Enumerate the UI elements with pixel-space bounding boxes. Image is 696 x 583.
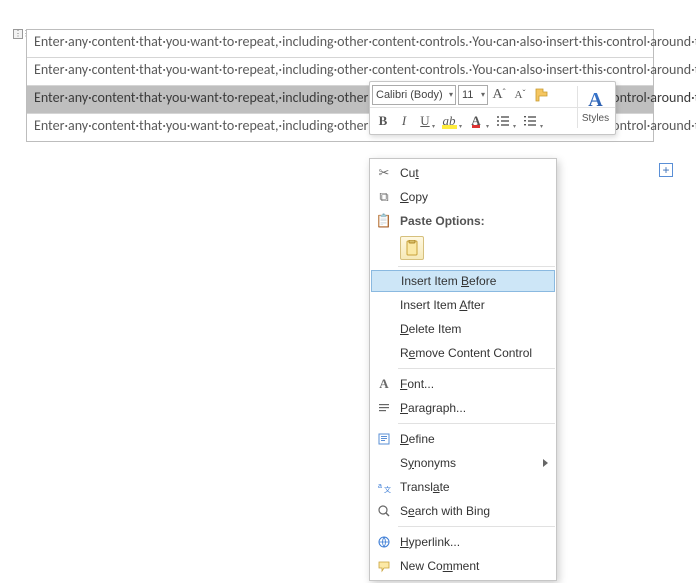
search-icon xyxy=(375,502,393,520)
font-size-select[interactable]: 11 ▾ xyxy=(458,85,488,105)
chevron-down-icon: ▾ xyxy=(449,90,453,99)
italic-button[interactable]: I xyxy=(394,111,414,131)
underline-button[interactable]: U xyxy=(415,111,435,131)
table-row[interactable]: Enter·any·content·that·you·want·to·repea… xyxy=(27,30,653,58)
separator xyxy=(398,526,555,527)
add-item-button[interactable]: + xyxy=(659,163,673,177)
define-icon xyxy=(375,430,393,448)
menu-search-bing[interactable]: Search with Bing xyxy=(370,499,556,523)
menu-cut[interactable]: ✂ Cut xyxy=(370,161,556,185)
grow-font-button[interactable]: Aˆ xyxy=(489,85,509,105)
menu-font[interactable]: A Font... xyxy=(370,372,556,396)
copy-icon: ⧉ xyxy=(375,188,393,206)
font-color-button[interactable]: A xyxy=(463,111,489,131)
repeating-section-handle[interactable]: ⋮⋮ xyxy=(13,29,23,39)
svg-text:文: 文 xyxy=(384,485,391,494)
menu-insert-item-before[interactable]: Insert Item Before xyxy=(371,270,555,292)
menu-remove-content-control[interactable]: Remove Content Control xyxy=(370,341,556,365)
comment-icon xyxy=(375,557,393,575)
font-name-select[interactable]: Calibri (Body) ▾ xyxy=(372,85,456,105)
styles-icon: A xyxy=(588,90,602,110)
font-size-value: 11 xyxy=(462,89,473,101)
menu-insert-item-after[interactable]: Insert Item After xyxy=(370,293,556,317)
menu-copy[interactable]: ⧉ Copy xyxy=(370,185,556,209)
paragraph-icon xyxy=(375,399,393,417)
paste-icon: 📋 xyxy=(375,212,393,230)
menu-paste-options-header: 📋 Paste Options: xyxy=(370,209,556,233)
numbering-button[interactable] xyxy=(517,111,543,131)
separator xyxy=(398,368,555,369)
svg-text:a: a xyxy=(378,483,382,490)
context-menu: ✂ Cut ⧉ Copy 📋 Paste Options: Insert Ite… xyxy=(369,158,557,581)
separator xyxy=(398,266,555,267)
menu-delete-item[interactable]: Delete Item xyxy=(370,317,556,341)
translate-icon: a文 xyxy=(375,478,393,496)
menu-hyperlink[interactable]: Hyperlink... xyxy=(370,530,556,554)
cut-icon: ✂ xyxy=(375,164,393,182)
font-name-value: Calibri (Body) xyxy=(376,89,443,101)
menu-define[interactable]: Define xyxy=(370,427,556,451)
menu-new-comment[interactable]: New Comment xyxy=(370,554,556,578)
mini-toolbar: Calibri (Body) ▾ 11 ▾ Aˆ Aˇ B I U ab A A… xyxy=(369,81,616,135)
menu-paragraph[interactable]: Paragraph... xyxy=(370,396,556,420)
paste-keep-source-button[interactable] xyxy=(400,236,424,260)
font-icon: A xyxy=(375,375,393,393)
menu-synonyms[interactable]: Synonyms xyxy=(370,451,556,475)
bold-button[interactable]: B xyxy=(373,111,393,131)
styles-label: Styles xyxy=(582,113,609,124)
paste-options-row xyxy=(370,233,556,263)
styles-button[interactable]: A Styles xyxy=(577,86,613,128)
bullets-button[interactable] xyxy=(490,111,516,131)
menu-translate[interactable]: a文 Translate xyxy=(370,475,556,499)
format-painter-button[interactable] xyxy=(531,85,551,105)
highlight-button[interactable]: ab xyxy=(436,111,462,131)
chevron-down-icon: ▾ xyxy=(481,90,485,99)
shrink-font-button[interactable]: Aˇ xyxy=(510,85,530,105)
separator xyxy=(398,423,555,424)
hyperlink-icon xyxy=(375,533,393,551)
